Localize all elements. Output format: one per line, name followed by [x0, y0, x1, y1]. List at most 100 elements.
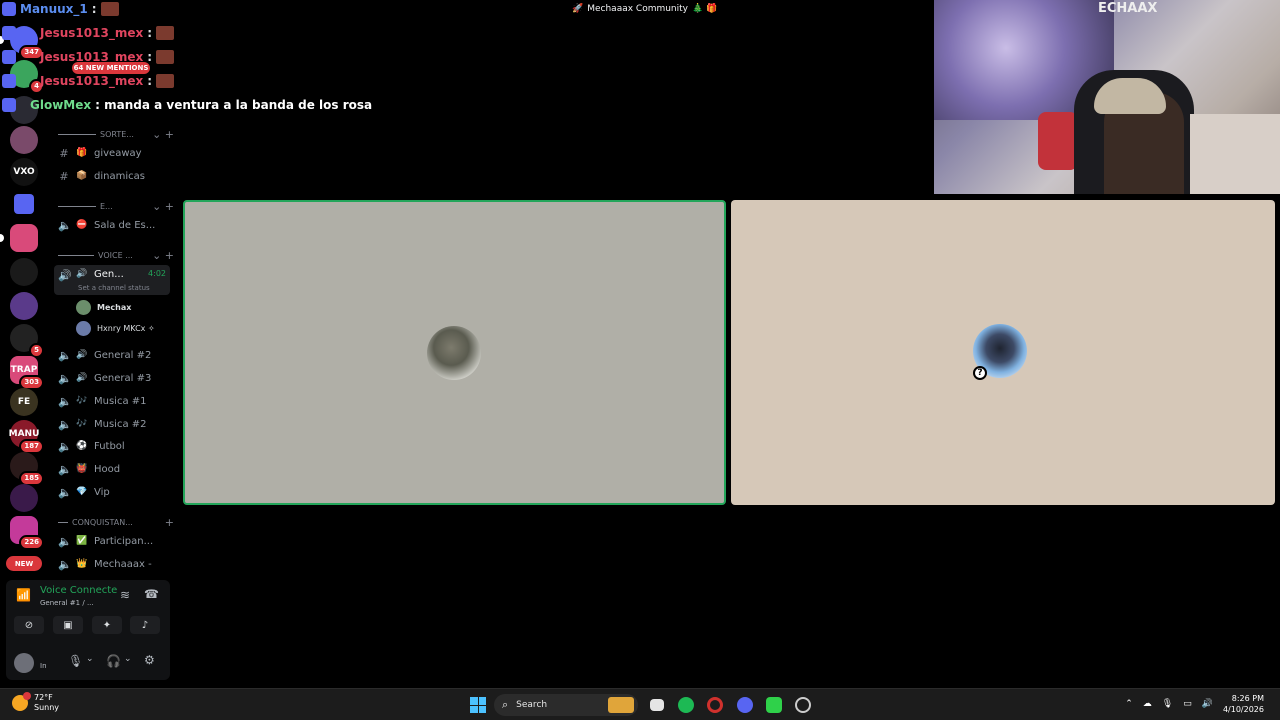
- badge-icon: [2, 2, 16, 16]
- opera-icon[interactable]: [707, 697, 723, 713]
- speaker-icon: 🔈: [58, 534, 72, 548]
- taskbar-search[interactable]: ⌕ Search: [494, 694, 638, 716]
- speaker-icon: 🔈: [58, 394, 72, 408]
- chevron-down-icon[interactable]: ⌄: [124, 654, 132, 664]
- gear-icon[interactable]: ⚙: [144, 653, 155, 667]
- camera-off-button[interactable]: ⊘: [14, 616, 44, 634]
- disconnect-icon[interactable]: ☎: [144, 587, 159, 601]
- category-header[interactable]: E... ⌄ +: [58, 199, 174, 213]
- clock[interactable]: 8:26 PM 4/10/2026: [1223, 693, 1264, 715]
- server-icon[interactable]: MANU 187: [9, 420, 44, 454]
- channel-stage[interactable]: 🔈 ⛔ Sala de Es...: [54, 215, 170, 235]
- speaker-icon: 🔊: [58, 269, 72, 282]
- server-icon[interactable]: 226: [10, 516, 44, 550]
- server-icon[interactable]: TRAP 303: [10, 356, 44, 390]
- voice-user[interactable]: Hxnry MKCx ✧: [76, 319, 155, 337]
- channel-musica-1[interactable]: 🔈 🎶 Musica #1: [54, 391, 170, 411]
- badge-icon: [2, 50, 16, 64]
- webcam-overlay: ECHAAX: [934, 0, 1280, 194]
- microphone-icon[interactable]: 🎙: [68, 654, 83, 668]
- new-pill[interactable]: NEW: [6, 556, 42, 571]
- server-icon[interactable]: [10, 484, 38, 512]
- search-highlight-icon: [608, 697, 634, 713]
- server-icon[interactable]: VXO: [10, 158, 38, 186]
- kick-icon[interactable]: [766, 697, 782, 713]
- activities-button[interactable]: ✦: [92, 616, 122, 634]
- speaker-icon: 🔈: [58, 462, 72, 476]
- badge-icon: [2, 74, 16, 88]
- plus-icon[interactable]: ⌄ +: [152, 200, 174, 213]
- webcam-bed: [1190, 114, 1280, 194]
- noise-suppression-icon[interactable]: ≋: [120, 588, 130, 602]
- voice-connected-title[interactable]: Voice Connecte: [40, 585, 117, 596]
- speaker-icon: 🔈: [58, 371, 72, 385]
- channel-giveaway[interactable]: # 🎁 giveaway: [54, 143, 170, 163]
- server-icon[interactable]: [10, 258, 38, 286]
- plus-icon[interactable]: ⌄ +: [152, 249, 174, 262]
- webcam-hat: [1094, 78, 1166, 114]
- avatar: [76, 299, 91, 315]
- voice-connection-panel: 📶 Voice Connecte General #1 / ... ≋ ☎ ⊘ …: [6, 580, 170, 680]
- server-icon[interactable]: [0, 224, 38, 252]
- channel-general-3[interactable]: 🔈 🔊 General #3: [54, 368, 170, 388]
- spotify-icon[interactable]: [678, 697, 694, 713]
- hash-icon: #: [59, 169, 69, 183]
- channel-vip[interactable]: 🔈 💎 Vip: [54, 482, 170, 502]
- server-icon[interactable]: 5: [10, 324, 44, 358]
- soundboard-button[interactable]: ♪: [130, 616, 160, 634]
- channel-dinamicas[interactable]: # 📦 dinamicas: [54, 166, 170, 186]
- category-header[interactable]: VOICE ... ⌄ +: [58, 248, 174, 262]
- channel-hood[interactable]: 🔈 👹 Hood: [54, 459, 170, 479]
- channel-status[interactable]: Set a channel status: [78, 284, 150, 292]
- channel-mechaaax[interactable]: 🔈 👑 Mechaaax -: [54, 554, 170, 574]
- channel-participantes[interactable]: 🔈 ✅ Participan...: [54, 531, 170, 551]
- channel-musica-2[interactable]: 🔈 🎶 Musica #2: [54, 414, 170, 434]
- chat-message: Manuux_1:: [2, 2, 119, 16]
- windows-start-icon[interactable]: [470, 697, 486, 713]
- chevron-up-icon[interactable]: ⌃: [1125, 699, 1133, 709]
- category-header[interactable]: CONQUISTAN... +: [58, 515, 174, 529]
- app-icon[interactable]: [795, 697, 811, 713]
- discord-icon[interactable]: [737, 697, 753, 713]
- new-mentions-pill[interactable]: 64 NEW MENTIONS: [72, 62, 150, 74]
- speaker-icon: 🔊: [76, 269, 88, 279]
- screen-share-button[interactable]: ▣: [53, 616, 83, 634]
- chevron-down-icon[interactable]: ⌄: [86, 654, 94, 664]
- server-icon[interactable]: 185: [10, 452, 44, 486]
- voice-user[interactable]: Mechax: [76, 298, 131, 316]
- participant-tile[interactable]: ?: [731, 200, 1275, 505]
- microphone-icon[interactable]: 🎙: [1162, 699, 1173, 709]
- emote-icon: [100, 2, 119, 16]
- channel-futbol[interactable]: 🔈 ⚽ Futbol: [54, 436, 170, 456]
- server-icon[interactable]: [10, 126, 38, 154]
- user-status: In: [40, 662, 47, 670]
- speaker-icon: 🔈: [58, 348, 72, 362]
- voice-channel-path[interactable]: General #1 / ...: [40, 599, 94, 607]
- cloud-icon[interactable]: ☁: [1143, 699, 1152, 709]
- server-icon[interactable]: [10, 292, 38, 320]
- plus-icon[interactable]: +: [165, 516, 174, 529]
- file-explorer-icon[interactable]: [650, 699, 664, 711]
- signal-icon[interactable]: 📶: [16, 588, 31, 602]
- avatar: [427, 326, 481, 380]
- badge-icon: [2, 26, 16, 40]
- weather-widget[interactable]: 72°F Sunny: [12, 692, 59, 713]
- unread-pip: [0, 234, 4, 242]
- speaker-icon: 🔈: [58, 557, 72, 571]
- monitor-icon[interactable]: ▭: [1183, 699, 1192, 709]
- headphones-icon[interactable]: 🎧: [106, 654, 121, 668]
- server-icon[interactable]: FE: [10, 388, 38, 416]
- avatar[interactable]: [14, 653, 34, 673]
- speaker-icon: 🔈: [58, 485, 72, 499]
- badge-icon: [2, 98, 16, 112]
- chat-message: Jesus1013_mex:: [2, 74, 175, 88]
- folder-icon[interactable]: [14, 194, 34, 214]
- volume-icon[interactable]: 🔊: [1202, 699, 1213, 709]
- plus-icon[interactable]: ⌄ +: [152, 128, 174, 141]
- category-header[interactable]: SORTE... ⌄ +: [58, 127, 174, 141]
- channel-general-2[interactable]: 🔈 🔊 General #2: [54, 345, 170, 365]
- rocket-icon: 🚀: [572, 4, 584, 14]
- search-icon: ⌕: [502, 698, 509, 711]
- participant-tile-speaking[interactable]: [183, 200, 726, 505]
- emote-icon: [156, 26, 175, 40]
